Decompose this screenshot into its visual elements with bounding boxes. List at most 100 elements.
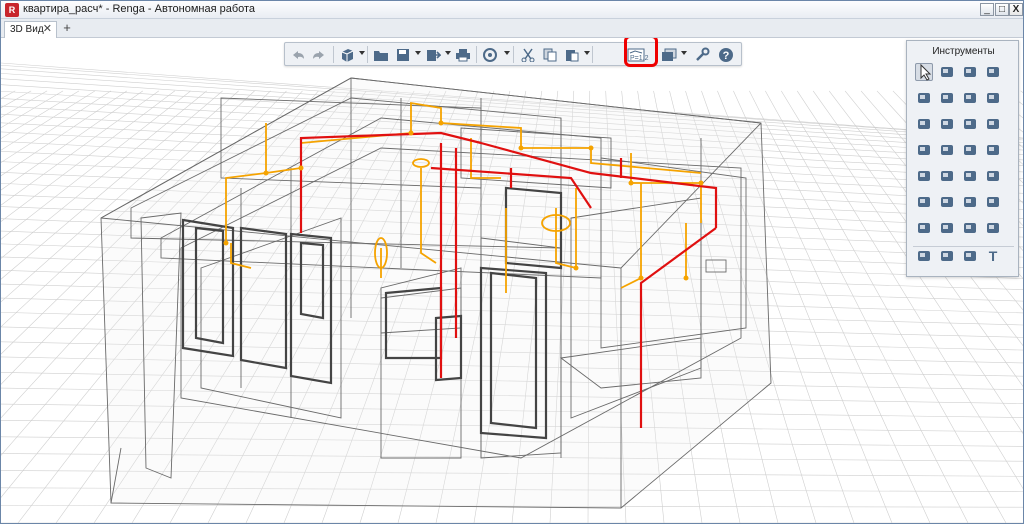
print-button[interactable] (453, 45, 473, 64)
plumbing-fixture-icon (918, 171, 930, 181)
tool-window-button[interactable] (984, 115, 1002, 133)
main-toolbar: ? (284, 42, 742, 66)
tool-floor-slab-button[interactable] (915, 89, 933, 107)
paste-button[interactable] (562, 45, 582, 64)
tool-rebar-button[interactable] (915, 219, 933, 237)
tool-stairs-button[interactable] (915, 115, 933, 133)
assembly-icon (941, 223, 953, 233)
tool-model-line-button[interactable] (938, 63, 956, 81)
paste-icon (566, 49, 579, 61)
cut-icon (521, 48, 535, 62)
tool-element-button[interactable] (961, 219, 979, 237)
tool-beam-button[interactable] (938, 89, 956, 107)
electrical-icon (918, 197, 930, 207)
undo-icon (293, 50, 304, 59)
renga-app-icon: R (5, 3, 19, 17)
redo-icon (313, 50, 324, 59)
close-button[interactable]: X (1009, 3, 1023, 16)
lighting-icon (941, 197, 953, 207)
tool-door-button[interactable] (915, 141, 933, 159)
minimize-button[interactable]: _ (980, 3, 994, 16)
tool-railing-button[interactable] (938, 115, 956, 133)
tool-column-button[interactable] (984, 63, 1002, 81)
tool-plumbing-fixture-button[interactable] (915, 167, 933, 185)
tool-room-button[interactable] (961, 141, 979, 159)
model-line-icon (941, 67, 953, 77)
tool-valve-button[interactable] (984, 193, 1002, 211)
toolbar-separator (367, 46, 368, 63)
pipe-icon (987, 171, 999, 181)
tools-separator (913, 246, 1014, 247)
rebar-icon (918, 223, 930, 233)
copy-button[interactable] (540, 45, 560, 64)
3d-viewport[interactable]: ? P=1,2 Инструменты T (1, 38, 1023, 523)
column-icon (987, 67, 999, 77)
visibility-button[interactable] (480, 45, 500, 64)
tools-panel: Инструменты T (906, 40, 1019, 277)
door-icon (918, 145, 930, 155)
tool-connector-button[interactable] (984, 219, 1002, 237)
layers-button[interactable] (659, 45, 679, 64)
pencil-icon (987, 93, 999, 103)
view-cube-button[interactable] (337, 45, 357, 64)
chevron-down-icon[interactable] (584, 51, 590, 55)
tool-pencil-button[interactable] (984, 89, 1002, 107)
chevron-down-icon[interactable] (681, 51, 687, 55)
tool-opening-button[interactable] (984, 141, 1002, 159)
tab-label: 3D Вид (10, 24, 44, 35)
tool-text-button[interactable]: T (984, 247, 1002, 265)
tool-pipe-button[interactable] (984, 167, 1002, 185)
tab-3d-view[interactable]: 3D Вид ✕ (4, 21, 57, 38)
tool-annotation-button[interactable] (961, 247, 979, 265)
highlight-box (624, 38, 658, 67)
wall-icon (964, 67, 976, 77)
chevron-down-icon[interactable] (445, 51, 451, 55)
duct-icon (941, 171, 953, 181)
restore-button[interactable]: □ (995, 3, 1009, 16)
svg-text:?: ? (723, 50, 730, 62)
calc-label: P=1,2 (630, 55, 649, 62)
tool-mechanical-button[interactable] (961, 193, 979, 211)
save-button[interactable] (393, 45, 413, 64)
copy-icon (543, 48, 557, 61)
open-folder-icon (374, 50, 388, 61)
tool-electrical-button[interactable] (915, 193, 933, 211)
title-bar: R квартира_расч* - Renga - Автономная ра… (1, 1, 1023, 19)
cut-button[interactable] (518, 45, 538, 64)
tool-dimension-button[interactable] (915, 247, 933, 265)
beam-icon (941, 93, 953, 103)
chevron-down-icon[interactable] (359, 51, 365, 55)
tool-assembly-button[interactable] (938, 219, 956, 237)
tool-equipment-button[interactable] (938, 141, 956, 159)
svg-text:T: T (989, 248, 998, 264)
chevron-down-icon[interactable] (504, 51, 510, 55)
tool-pipe-fitting-button[interactable] (961, 167, 979, 185)
tool-elevation-button[interactable] (938, 247, 956, 265)
document-tab-bar: 3D Вид ✕ + (1, 19, 1023, 38)
pipe-fitting-icon (964, 171, 976, 181)
redo-button[interactable] (309, 45, 329, 64)
tool-wall-button[interactable] (961, 63, 979, 81)
railing-icon (941, 119, 953, 129)
tool-select-cursor-button[interactable] (915, 63, 933, 81)
annotation-icon (964, 251, 976, 261)
toolbar-separator (476, 46, 477, 63)
chevron-down-icon[interactable] (415, 51, 421, 55)
open-button[interactable] (371, 45, 391, 64)
export-button[interactable] (423, 45, 443, 64)
tool-lighting-button[interactable] (938, 193, 956, 211)
tab-close-icon[interactable]: ✕ (43, 22, 52, 37)
help-button[interactable]: ? (716, 45, 736, 64)
tool-roof-button[interactable] (961, 89, 979, 107)
undo-button[interactable] (288, 45, 308, 64)
help-icon: ? (719, 47, 733, 62)
add-tab-button[interactable]: + (61, 21, 73, 35)
settings-wrench-icon (696, 47, 710, 61)
valve-icon (987, 197, 999, 207)
toolbar-separator (513, 46, 514, 63)
toolbar-separator (592, 46, 593, 63)
tool-line-button[interactable] (961, 115, 979, 133)
settings-button[interactable] (692, 45, 712, 64)
print-icon (456, 48, 470, 61)
tool-duct-button[interactable] (938, 167, 956, 185)
